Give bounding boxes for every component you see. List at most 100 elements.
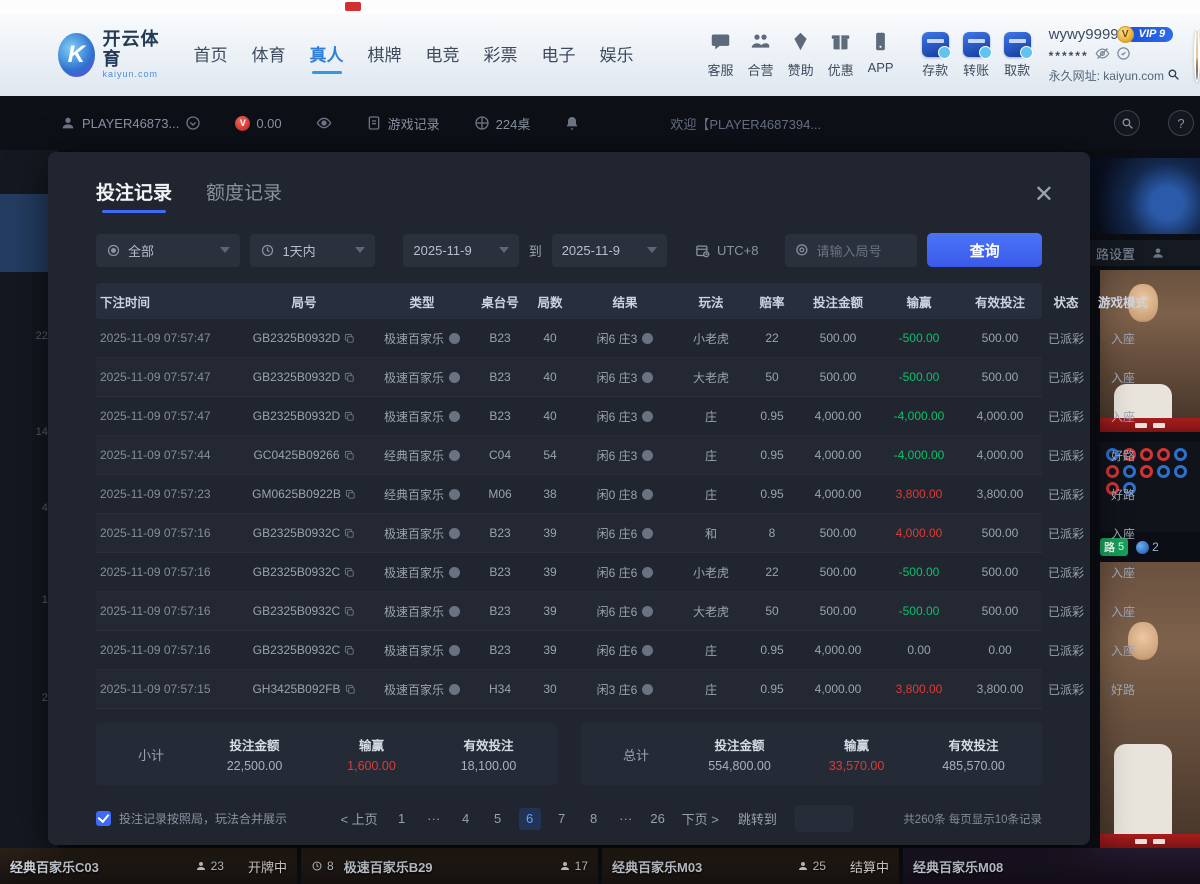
- copy-icon[interactable]: [345, 684, 356, 695]
- cell-games: 54: [526, 448, 574, 462]
- tables-link[interactable]: 224桌: [474, 114, 531, 133]
- nav-item-2[interactable]: 真人: [308, 35, 346, 76]
- cell-round: GC0425B09266: [238, 448, 370, 462]
- page-button-···[interactable]: ···: [615, 808, 637, 830]
- nav-item-3[interactable]: 棋牌: [366, 35, 404, 76]
- nav-item-4[interactable]: 电竞: [424, 35, 462, 76]
- page-button-26[interactable]: 26: [647, 808, 669, 830]
- next-page-button[interactable]: 下页 >: [679, 808, 722, 830]
- table-card[interactable]: 经典百家乐C03 23 开牌中: [0, 848, 297, 884]
- page-button-5[interactable]: 5: [487, 808, 509, 830]
- grid-icon: [474, 115, 490, 131]
- help-button[interactable]: ?: [1168, 110, 1194, 136]
- welcome-marquee: 欢迎【PLAYER4687394...: [670, 114, 821, 133]
- cell-time: 2025-11-09 07:57:15: [96, 682, 238, 696]
- round-search-input[interactable]: 请输入局号: [785, 234, 918, 267]
- balance-display[interactable]: V 0.00: [235, 116, 281, 131]
- refresh-icon[interactable]: [1116, 46, 1131, 66]
- table-card[interactable]: 经典百家乐M03 25 结算中: [602, 848, 899, 884]
- page-button-8[interactable]: 8: [583, 808, 605, 830]
- cell-mode: 入座: [1092, 564, 1154, 581]
- copy-icon[interactable]: [344, 411, 355, 422]
- nav-item-7[interactable]: 娱乐: [598, 35, 636, 76]
- table-row[interactable]: 2025-11-09 07:57:47 GB2325B0932D 极速百家乐 B…: [96, 319, 1042, 358]
- quick-link-0[interactable]: 客服: [708, 31, 734, 79]
- copy-icon[interactable]: [344, 333, 355, 344]
- quick-link-2[interactable]: 赞助: [788, 31, 814, 79]
- table-row[interactable]: 2025-11-09 07:57:44 GC0425B09266 经典百家乐 C…: [96, 436, 1042, 475]
- wallet-action-1[interactable]: 转账: [963, 32, 990, 79]
- coin-icon: V: [235, 116, 250, 131]
- quick-link-4[interactable]: APP: [868, 31, 894, 79]
- range-dropdown[interactable]: 1天内: [250, 234, 375, 267]
- close-icon[interactable]: ✕: [1034, 183, 1054, 207]
- cell-winloss: 3,800.00: [878, 487, 960, 501]
- copy-icon[interactable]: [344, 567, 355, 578]
- table-row[interactable]: 2025-11-09 07:57:16 GB2325B0932C 极速百家乐 B…: [96, 514, 1042, 553]
- date-to-dropdown[interactable]: 2025-11-9: [552, 234, 667, 267]
- nav-item-0[interactable]: 首页: [192, 35, 230, 76]
- nav-item-6[interactable]: 电子: [540, 35, 578, 76]
- prev-page-button[interactable]: < 上页: [337, 808, 380, 830]
- wallet-action-label: 转账: [963, 60, 989, 79]
- cell-round: GB2325B0932C: [238, 643, 370, 657]
- cell-result: 闲6 庄6: [574, 525, 676, 542]
- jump-input[interactable]: [795, 805, 853, 832]
- copy-icon[interactable]: [344, 372, 355, 383]
- col-header: 桌台号: [474, 292, 526, 311]
- bank-card-icon: [1004, 32, 1031, 57]
- cell-type: 极速百家乐: [370, 408, 474, 425]
- table-row[interactable]: 2025-11-09 07:57:16 GB2325B0932C 极速百家乐 B…: [96, 553, 1042, 592]
- category-dropdown[interactable]: 全部: [96, 234, 240, 267]
- date-from-dropdown[interactable]: 2025-11-9: [403, 234, 518, 267]
- table-row[interactable]: 2025-11-09 07:57:16 GB2325B0932C 极速百家乐 B…: [96, 631, 1042, 670]
- query-button[interactable]: 查询: [927, 233, 1042, 267]
- wallet-action-2[interactable]: 取款: [1004, 32, 1031, 79]
- quick-link-1[interactable]: 合营: [748, 31, 774, 79]
- col-header: 赔率: [746, 292, 798, 311]
- table-card[interactable]: 经典百家乐M08: [903, 848, 1200, 884]
- quick-link-3[interactable]: 优惠: [828, 31, 854, 79]
- copy-icon[interactable]: [344, 528, 355, 539]
- logo-domain: kaiyun.com: [103, 70, 166, 80]
- page-button-···[interactable]: ···: [423, 808, 445, 830]
- magnifier-icon[interactable]: [1167, 68, 1180, 84]
- table-row[interactable]: 2025-11-09 07:57:23 GM0625B0922B 经典百家乐 M…: [96, 475, 1042, 514]
- player-menu[interactable]: PLAYER46873...: [60, 115, 201, 131]
- table-card[interactable]: 8 极速百家乐B29 17: [301, 848, 598, 884]
- site-logo[interactable]: K 开云体育 kaiyun.com: [58, 30, 166, 79]
- notifications[interactable]: [564, 115, 580, 131]
- road-settings[interactable]: 路设置: [1090, 240, 1200, 266]
- avatar[interactable]: [1194, 28, 1200, 82]
- page-button-4[interactable]: 4: [455, 808, 477, 830]
- copy-icon[interactable]: [344, 606, 355, 617]
- cell-round: GB2325B0932C: [238, 604, 370, 618]
- table-row[interactable]: 2025-11-09 07:57:15 GH3425B092FB 极速百家乐 H…: [96, 670, 1042, 709]
- eye-off-icon[interactable]: [1095, 46, 1110, 66]
- person-icon: [195, 860, 207, 872]
- table-row[interactable]: 2025-11-09 07:57:16 GB2325B0932C 极速百家乐 B…: [96, 592, 1042, 631]
- copy-icon[interactable]: [345, 489, 356, 500]
- copy-icon[interactable]: [344, 645, 355, 656]
- video-thumbnail[interactable]: [1090, 158, 1200, 234]
- clock-icon: [260, 243, 275, 258]
- tab-bet-records[interactable]: 投注记录: [96, 178, 172, 215]
- copy-icon[interactable]: [344, 450, 355, 461]
- game-record-link[interactable]: 游戏记录: [366, 114, 440, 133]
- page-button-6[interactable]: 6: [519, 808, 541, 830]
- table-row[interactable]: 2025-11-09 07:57:47 GB2325B0932D 极速百家乐 B…: [96, 358, 1042, 397]
- cell-mode: 入座: [1092, 330, 1154, 347]
- eye-toggle[interactable]: [316, 115, 332, 131]
- page-button-7[interactable]: 7: [551, 808, 573, 830]
- table-row[interactable]: 2025-11-09 07:57:47 GB2325B0932D 极速百家乐 B…: [96, 397, 1042, 436]
- tab-quota-records[interactable]: 额度记录: [206, 178, 282, 215]
- wallet-action-0[interactable]: 存款: [922, 32, 949, 79]
- timezone-display: UTC+8: [693, 234, 761, 267]
- col-header: 局号: [238, 292, 370, 311]
- merge-checkbox[interactable]: [96, 811, 111, 826]
- search-button[interactable]: [1114, 110, 1140, 136]
- page-button-1[interactable]: 1: [391, 808, 413, 830]
- nav-item-5[interactable]: 彩票: [482, 35, 520, 76]
- nav-item-1[interactable]: 体育: [250, 35, 288, 76]
- sidebar-active-item[interactable]: [0, 194, 52, 272]
